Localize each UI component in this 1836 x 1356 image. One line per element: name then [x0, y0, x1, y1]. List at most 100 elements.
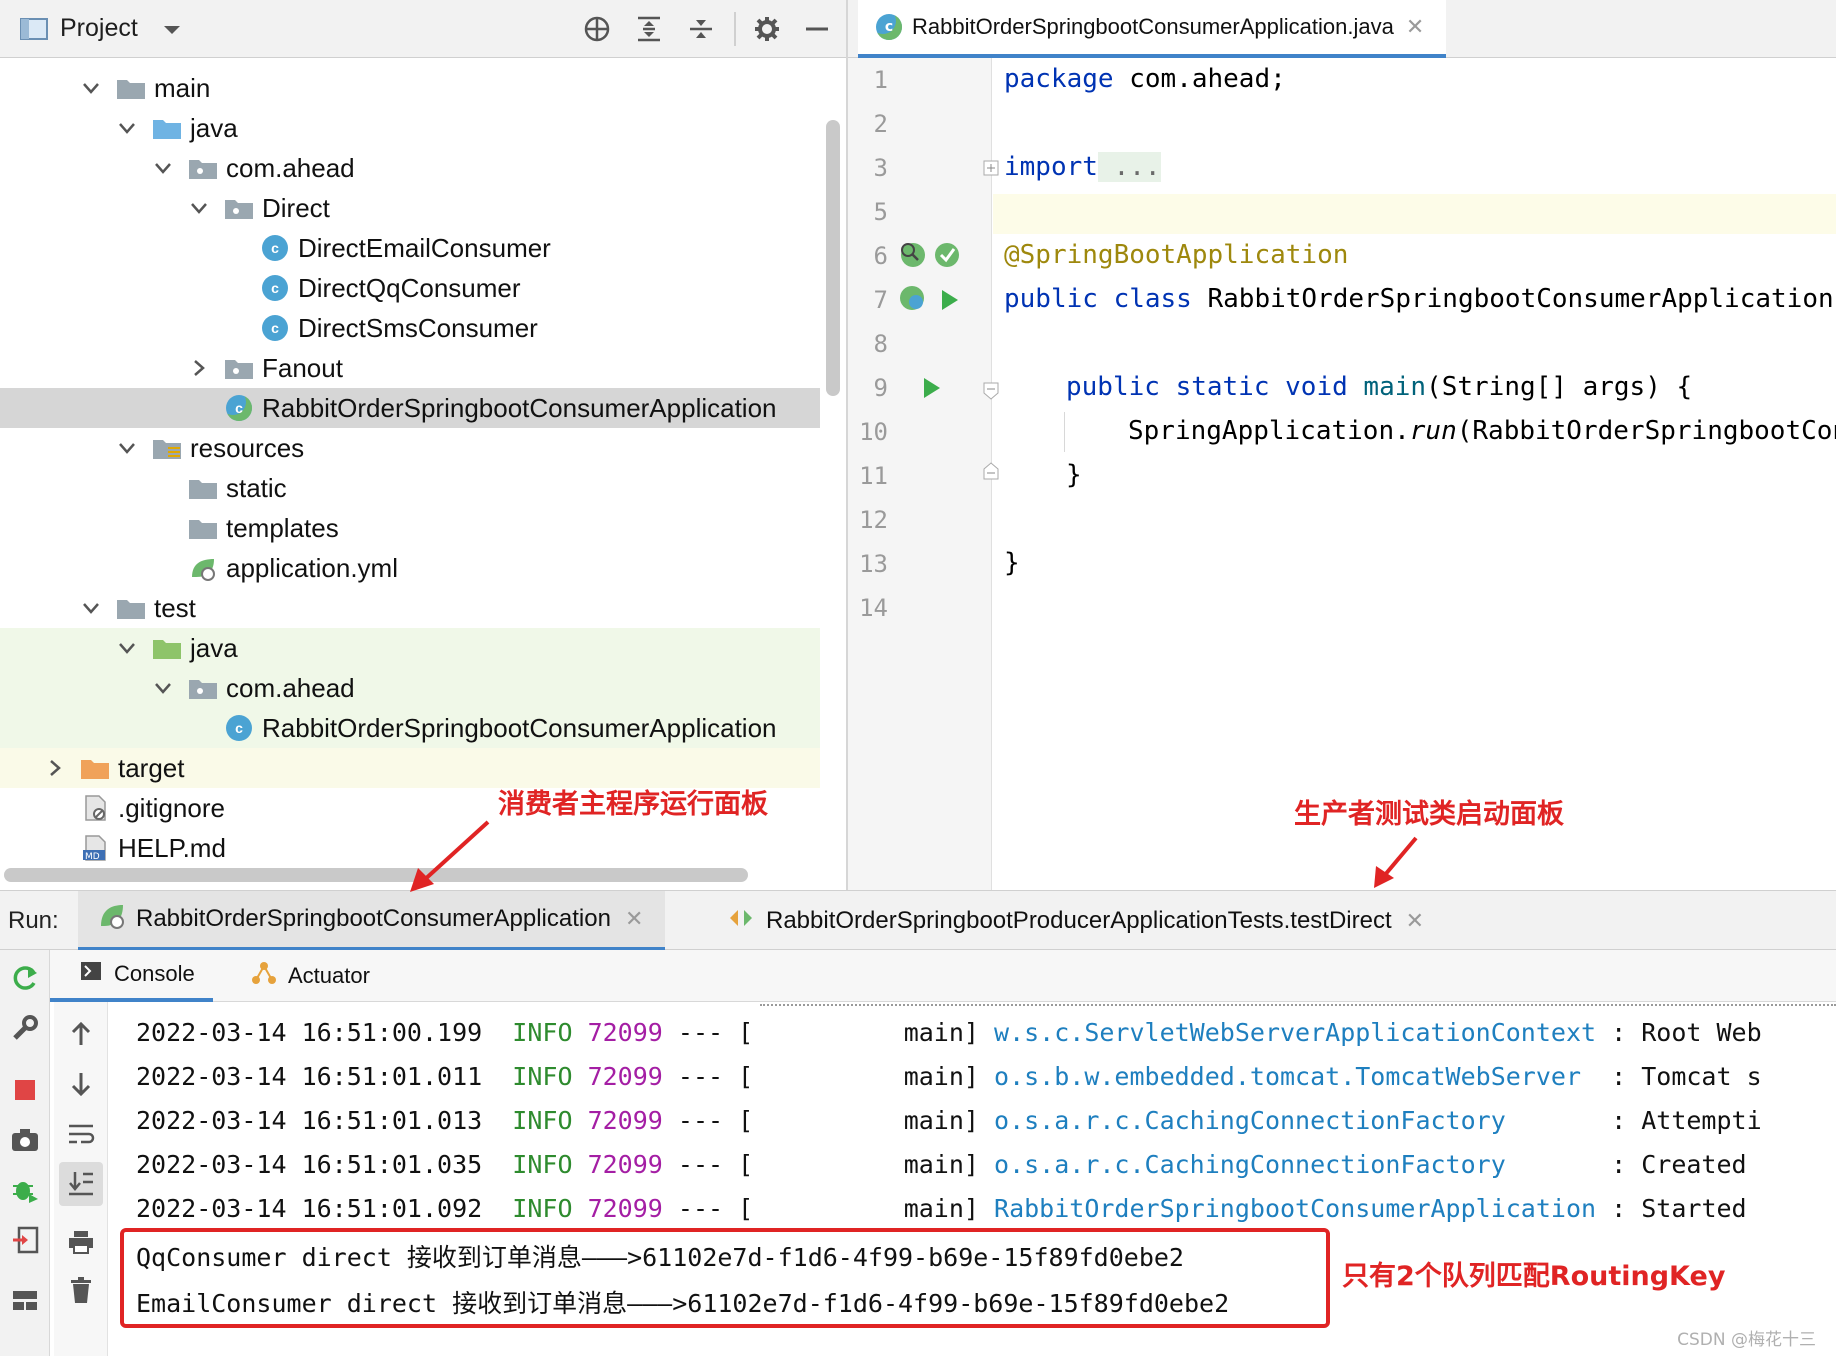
close-icon[interactable]: ✕ [1406, 15, 1424, 40]
run-icon[interactable] [922, 376, 942, 404]
gear-icon[interactable] [750, 12, 784, 46]
run-tab-producer-test[interactable]: RabbitOrderSpringbootProducerApplication… [718, 891, 1434, 951]
chevron-down-icon[interactable] [152, 677, 174, 699]
fold-icon[interactable] [983, 160, 999, 180]
tree-item-java[interactable]: java [0, 108, 820, 148]
tree-item-folder[interactable]: templates [0, 508, 820, 548]
spring-boot-run-icon[interactable] [898, 284, 928, 318]
spring-config-icon[interactable] [932, 240, 962, 274]
debug-icon[interactable] [7, 1172, 43, 1208]
tree-item-package[interactable]: Direct [0, 188, 820, 228]
log-logger[interactable]: o.s.b.w.embedded.tomcat.TomcatWebServer [994, 1062, 1581, 1091]
log-line: 2022-03-14 16:51:01.013 INFO 72099 --- [… [136, 1106, 1762, 1135]
log-thread: main] [903, 1018, 979, 1047]
log-thread: main] [903, 1150, 979, 1179]
fold-icon[interactable] [983, 382, 999, 404]
import-icon[interactable] [7, 1222, 43, 1258]
chevron-down-icon[interactable] [188, 197, 210, 219]
code-token: } [1004, 548, 1020, 578]
class-icon: c [262, 275, 288, 301]
tree-item-resources[interactable]: resources [0, 428, 820, 468]
spring-config-icon [188, 555, 218, 581]
code-token: main [1347, 372, 1427, 402]
folder-icon [188, 475, 218, 501]
chevron-right-icon[interactable] [44, 757, 66, 779]
chevron-down-icon[interactable] [116, 637, 138, 659]
log-logger[interactable]: o.s.a.r.c.CachingConnectionFactory [994, 1106, 1506, 1135]
tree-horizontal-scrollbar[interactable] [4, 868, 748, 882]
project-panel-header: Project [0, 0, 846, 58]
chevron-down-icon[interactable] [116, 437, 138, 459]
run-icon[interactable] [940, 288, 960, 316]
code-token: (RabbitOrderSpringbootCon [1456, 416, 1836, 446]
resources-folder-icon [152, 435, 182, 461]
tree-item-class[interactable]: c DirectQqConsumer [0, 268, 820, 308]
expand-all-icon[interactable] [632, 12, 666, 46]
tree-item-spring-class[interactable]: c RabbitOrderSpringbootConsumerApplicati… [0, 388, 820, 428]
wrench-icon[interactable] [7, 1010, 43, 1046]
print-icon[interactable] [63, 1224, 99, 1260]
arrow-up-icon[interactable] [63, 1016, 99, 1052]
console-toolbar [54, 1002, 108, 1356]
layout-icon[interactable] [7, 1282, 43, 1318]
rerun-icon[interactable] [7, 960, 43, 996]
spring-bean-icon[interactable] [898, 240, 928, 274]
locate-icon[interactable] [580, 12, 614, 46]
close-icon[interactable]: ✕ [625, 906, 643, 932]
tree-item-package[interactable]: Fanout [0, 348, 820, 388]
tree-item-main[interactable]: main [0, 68, 820, 108]
tab-console[interactable]: Console [50, 950, 213, 1002]
project-panel-title[interactable]: Project [60, 14, 138, 43]
tree-item-class[interactable]: c DirectSmsConsumer [0, 308, 820, 348]
log-line: 2022-03-14 16:51:01.011 INFO 72099 --- [… [136, 1062, 1762, 1091]
editor-tab[interactable]: c RabbitOrderSpringbootConsumerApplicati… [858, 0, 1446, 58]
tree-item-package[interactable]: com.ahead [0, 148, 820, 188]
hide-panel-icon[interactable] [800, 12, 834, 46]
fold-icon[interactable] [983, 462, 999, 484]
tree-item-label: templates [226, 512, 339, 543]
line-number: 9 [873, 374, 888, 402]
chevron-right-icon[interactable] [188, 357, 210, 379]
test-run-icon [728, 907, 754, 936]
collapse-all-icon[interactable] [684, 12, 718, 46]
folded-imports[interactable]: ... [1097, 152, 1161, 182]
soft-wrap-icon[interactable] [63, 1116, 99, 1152]
line-number: 10 [859, 418, 888, 446]
tab-actuator[interactable]: Actuator [240, 950, 380, 1002]
run-tab-label: RabbitOrderSpringbootConsumerApplication [136, 905, 611, 932]
log-message: : Created [1611, 1150, 1747, 1179]
tree-vertical-scrollbar[interactable] [826, 120, 840, 396]
close-icon[interactable]: ✕ [1406, 908, 1424, 934]
camera-icon[interactable] [7, 1122, 43, 1158]
tree-item-class[interactable]: c DirectEmailConsumer [0, 228, 820, 268]
log-pid: 72099 [587, 1106, 663, 1135]
tree-item-class[interactable]: c RabbitOrderSpringbootConsumerApplicati… [0, 708, 820, 748]
project-view-icon[interactable] [20, 17, 48, 41]
tree-item-test[interactable]: test [0, 588, 820, 628]
chevron-down-icon[interactable] [80, 597, 102, 619]
tree-item-folder[interactable]: static [0, 468, 820, 508]
chevron-down-icon[interactable] [152, 157, 174, 179]
stop-icon[interactable] [7, 1072, 43, 1108]
tree-item-label: static [226, 472, 287, 503]
tree-item-label: resources [190, 432, 305, 463]
folder-icon [188, 515, 218, 541]
spring-boot-run-icon [98, 902, 126, 937]
log-timestamp: 2022-03-14 16:51:01.011 [136, 1062, 483, 1091]
log-logger[interactable]: RabbitOrderSpringbootConsumerApplication [994, 1194, 1596, 1223]
trash-icon[interactable] [63, 1272, 99, 1308]
log-logger[interactable]: o.s.a.r.c.CachingConnectionFactory [994, 1150, 1506, 1179]
tree-item-yml[interactable]: application.yml [0, 548, 820, 588]
tree-item-package[interactable]: com.ahead [0, 668, 820, 708]
chevron-down-icon[interactable] [80, 77, 102, 99]
chevron-down-icon[interactable] [116, 117, 138, 139]
code-area[interactable] [993, 58, 1836, 890]
run-label: Run: [8, 907, 59, 934]
tree-item-test-java[interactable]: java [0, 628, 820, 668]
run-tab-consumer[interactable]: RabbitOrderSpringbootConsumerApplication… [78, 891, 666, 951]
chevron-down-icon[interactable] [162, 22, 182, 41]
scroll-to-end-icon[interactable] [59, 1162, 103, 1206]
arrow-down-icon[interactable] [63, 1066, 99, 1102]
log-logger[interactable]: w.s.c.ServletWebServerApplicationContext [994, 1018, 1596, 1047]
log-line: 2022-03-14 16:51:00.199 INFO 72099 --- [… [136, 1018, 1762, 1047]
